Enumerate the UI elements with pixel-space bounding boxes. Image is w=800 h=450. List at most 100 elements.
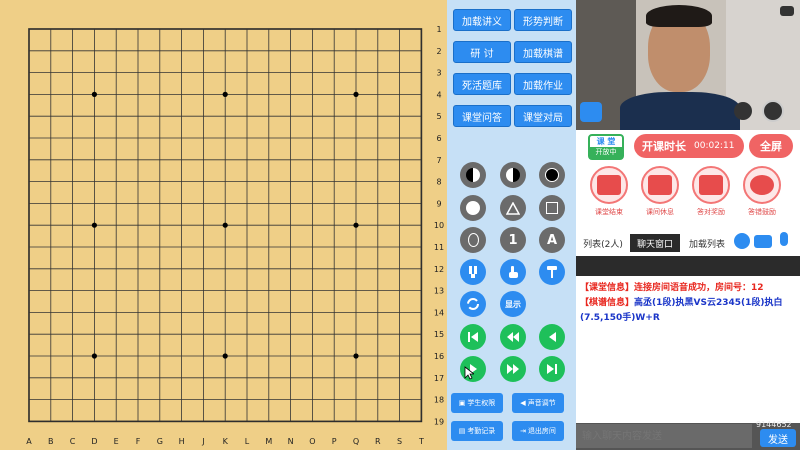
load-record-button[interactable]: 加载棋谱 (514, 41, 572, 63)
encourage-icon[interactable] (743, 166, 781, 204)
column-label: P (332, 437, 337, 446)
class-game-button[interactable]: 课堂对局 (514, 105, 572, 127)
exit-icon: ⇥ (520, 427, 526, 435)
row-label: 12 (434, 265, 444, 274)
row-label: 9 (436, 199, 441, 208)
gift-reward-icon[interactable] (692, 166, 730, 204)
star-point (91, 353, 97, 359)
tab-list[interactable]: 列表(2人) (578, 234, 628, 252)
row-label: 17 (434, 374, 444, 383)
black-stone-icon[interactable] (539, 162, 565, 188)
column-label: E (114, 437, 119, 446)
alternate-stone-icon[interactable] (460, 162, 486, 188)
go-board[interactable]: A B C D E F G H J K L M N O P Q R S T123456789101112131415… (0, 0, 447, 450)
first-move-icon[interactable] (460, 324, 486, 350)
column-label: R (375, 437, 381, 446)
video-settings-icon[interactable] (780, 6, 794, 16)
column-label: L (245, 437, 250, 446)
send-button[interactable]: 发送 (760, 429, 796, 447)
teacher-video (576, 0, 800, 130)
chat-input[interactable] (576, 424, 752, 448)
row-label: 2 (436, 47, 441, 56)
camera-icon[interactable] (734, 102, 752, 120)
star-point (353, 222, 359, 228)
monitor-icon: ▣ (458, 399, 466, 407)
exit-room-button[interactable]: ⇥ 退出房间 (512, 421, 564, 441)
control-panel: 加载讲义 形势判断 研 讨 加载棋谱 死活题库 加载作业 课堂问答 课堂对局 1… (447, 0, 576, 450)
discuss-button[interactable]: 研 讨 (453, 41, 511, 63)
brush-icon[interactable] (460, 259, 486, 285)
sound-adjust-button[interactable]: ◀ 声音调节 (512, 393, 564, 413)
row-label: 4 (436, 90, 441, 99)
number-mark-icon[interactable]: 1 (500, 227, 526, 253)
hand-pointer-icon[interactable] (500, 259, 526, 285)
fast-backward-icon[interactable] (500, 324, 526, 350)
circle-mark-icon[interactable] (460, 227, 486, 253)
row-label: 11 (434, 243, 444, 252)
star-point (222, 222, 228, 228)
row-label: 3 (436, 69, 441, 78)
break-icon[interactable] (641, 166, 679, 204)
last-move-icon[interactable] (539, 356, 565, 382)
mouse-cursor-icon (464, 366, 474, 380)
row-label: 6 (436, 134, 441, 143)
triangle-mark-icon[interactable] (500, 195, 526, 221)
star-point (91, 91, 97, 97)
end-class-icon[interactable] (590, 166, 628, 204)
row-label: 18 (434, 396, 444, 405)
step-backward-icon[interactable] (539, 324, 565, 350)
row-label: 1 (436, 25, 441, 34)
white-stone-icon[interactable] (460, 195, 486, 221)
share-screen-icon[interactable] (580, 102, 602, 122)
load-lecture-button[interactable]: 加载讲义 (453, 9, 511, 31)
chat-message: 【课堂信息】连接房间语音成功，房间号：12 (580, 283, 764, 293)
class-status-badge: 课 堂 开放中 (588, 134, 624, 160)
column-label: A (26, 437, 32, 446)
column-label: M (265, 437, 272, 446)
column-label: G (157, 437, 163, 446)
class-duration-pill: 开课时长 00:02:11 (634, 134, 744, 158)
white-first-stone-icon[interactable] (500, 162, 526, 188)
tab-load-list[interactable]: 加载列表 (682, 234, 732, 252)
refresh-icon[interactable] (460, 291, 486, 317)
situation-judge-button[interactable]: 形势判断 (514, 9, 572, 31)
fullscreen-button[interactable]: 全屏 (749, 134, 793, 158)
star-point (353, 91, 359, 97)
star-point (353, 353, 359, 359)
microphone-icon[interactable] (780, 232, 788, 246)
emoji-icon[interactable] (734, 233, 750, 249)
row-label: 19 (434, 417, 444, 426)
chat-header-bar (576, 256, 800, 276)
row-label: 10 (434, 221, 444, 230)
column-label: J (201, 437, 204, 446)
row-label: 5 (436, 112, 441, 121)
chat-bubble-icon[interactable] (754, 235, 772, 248)
speaker-icon: ◀ (520, 399, 526, 407)
go-board-area[interactable]: A B C D E F G H J K L M N O P Q R S T 1 2 3 4 5 6 7 8 9 10 11 12 13 14 15… (0, 0, 447, 450)
row-label: 7 (436, 156, 441, 165)
class-qa-button[interactable]: 课堂问答 (453, 105, 511, 127)
record-icon: ▤ (458, 427, 466, 435)
column-label: B (48, 437, 54, 446)
mute-mic-icon[interactable] (762, 100, 784, 122)
life-death-button[interactable]: 死活题库 (453, 73, 511, 95)
student-permission-button[interactable]: ▣ 学生权限 (451, 393, 503, 413)
tab-chat[interactable]: 聊天窗口 (630, 234, 680, 252)
square-mark-icon[interactable] (539, 195, 565, 221)
attendance-button[interactable]: ▤ 考勤记录 (451, 421, 503, 441)
right-panel: 课 堂 开放中 开课时长 00:02:11 全屏 课堂结束 课间休息 答对奖励 … (576, 0, 800, 450)
fast-forward-icon[interactable] (500, 356, 526, 382)
row-label: 14 (434, 308, 444, 317)
end-class-label: 课堂结束 (595, 208, 623, 216)
letter-mark-icon[interactable]: A (539, 227, 565, 253)
star-point (222, 91, 228, 97)
paint-roller-icon[interactable] (539, 259, 565, 285)
show-button[interactable]: 显示 (500, 291, 526, 317)
star-point (91, 222, 97, 228)
row-label: 8 (436, 178, 441, 187)
star-point (222, 353, 228, 359)
column-label: D (91, 437, 97, 446)
column-label: Q (353, 437, 359, 446)
break-label: 课间休息 (646, 208, 674, 216)
load-homework-button[interactable]: 加载作业 (514, 73, 572, 95)
